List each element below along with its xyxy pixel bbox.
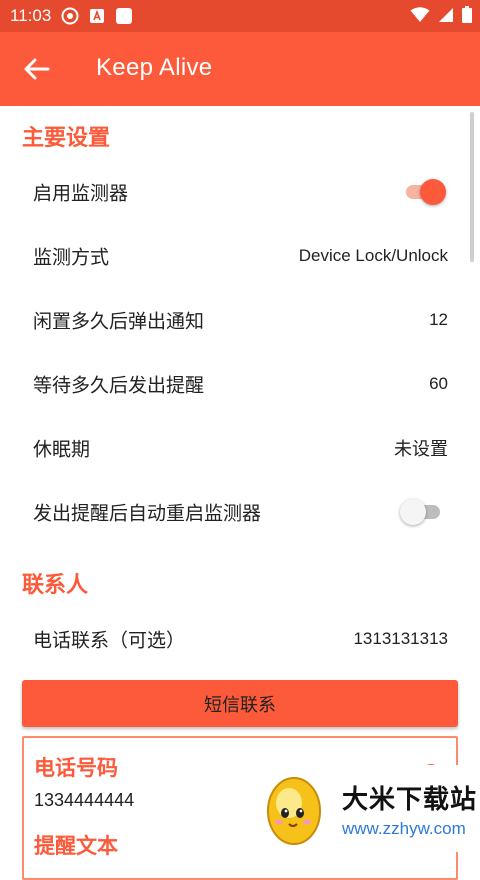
enable-monitor-label: 启用监测器 xyxy=(33,182,129,205)
wait-alert-label: 等待多久后发出提醒 xyxy=(33,374,205,397)
message-text-title: 提醒文本 xyxy=(34,834,118,858)
watermark-url: www.zzhyw.com xyxy=(342,819,466,838)
enable-monitor-row[interactable]: 启用监测器 xyxy=(0,160,480,224)
auto-restart-label: 发出提醒后自动重启监测器 xyxy=(33,502,262,525)
monitor-mode-label: 监测方式 xyxy=(33,246,110,269)
sms-contact-button[interactable]: 短信联系 xyxy=(22,680,458,727)
monitor-mode-row[interactable]: 监测方式 Device Lock/Unlock xyxy=(0,224,480,288)
phone-contact-value: 1313131313 xyxy=(353,629,448,648)
auto-restart-row[interactable]: 发出提醒后自动重启监测器 xyxy=(0,480,480,544)
idle-notify-row[interactable]: 闲置多久后弹出通知 12 xyxy=(0,288,480,352)
wifi-icon xyxy=(410,6,430,27)
idle-notify-value: 12 xyxy=(429,310,448,329)
watermark-brand: 大米下载站 xyxy=(342,785,478,815)
rest-period-value: 未设置 xyxy=(394,439,448,460)
enable-monitor-switch[interactable] xyxy=(402,179,446,205)
rest-period-row[interactable]: 休眠期 未设置 xyxy=(0,416,480,480)
watermark: 大米下载站 www.zzhyw.com xyxy=(250,765,480,852)
section-contacts: 联系人 xyxy=(22,573,89,598)
wait-alert-value: 60 xyxy=(429,374,448,393)
signal-icon xyxy=(438,7,454,27)
phone-number-value[interactable]: 1334444444 xyxy=(34,790,134,811)
phone-number-title: 电话号码 xyxy=(34,756,118,780)
blank-notification-icon xyxy=(115,7,133,25)
rest-period-label: 休眠期 xyxy=(33,438,91,461)
vpn-icon xyxy=(61,7,79,25)
status-time: 11:03 xyxy=(10,6,52,25)
status-bar: 11:03 xyxy=(0,0,480,32)
app-bar: Keep Alive xyxy=(0,32,480,106)
page-title: Keep Alive xyxy=(96,54,213,81)
section-main-settings: 主要设置 xyxy=(22,126,111,151)
auto-restart-switch[interactable] xyxy=(400,499,444,525)
phone-contact-row[interactable]: 电话联系（可选） 1313131313 xyxy=(0,607,480,671)
watermark-logo xyxy=(262,769,326,847)
idle-notify-label: 闲置多久后弹出通知 xyxy=(33,310,205,333)
battery-icon xyxy=(462,6,472,27)
monitor-mode-value: Device Lock/Unlock xyxy=(298,246,448,265)
wait-alert-row[interactable]: 等待多久后发出提醒 60 xyxy=(0,352,480,416)
back-arrow-icon[interactable] xyxy=(22,54,52,84)
phone-contact-label: 电话联系（可选） xyxy=(33,629,186,652)
a-notification-icon xyxy=(89,8,105,24)
